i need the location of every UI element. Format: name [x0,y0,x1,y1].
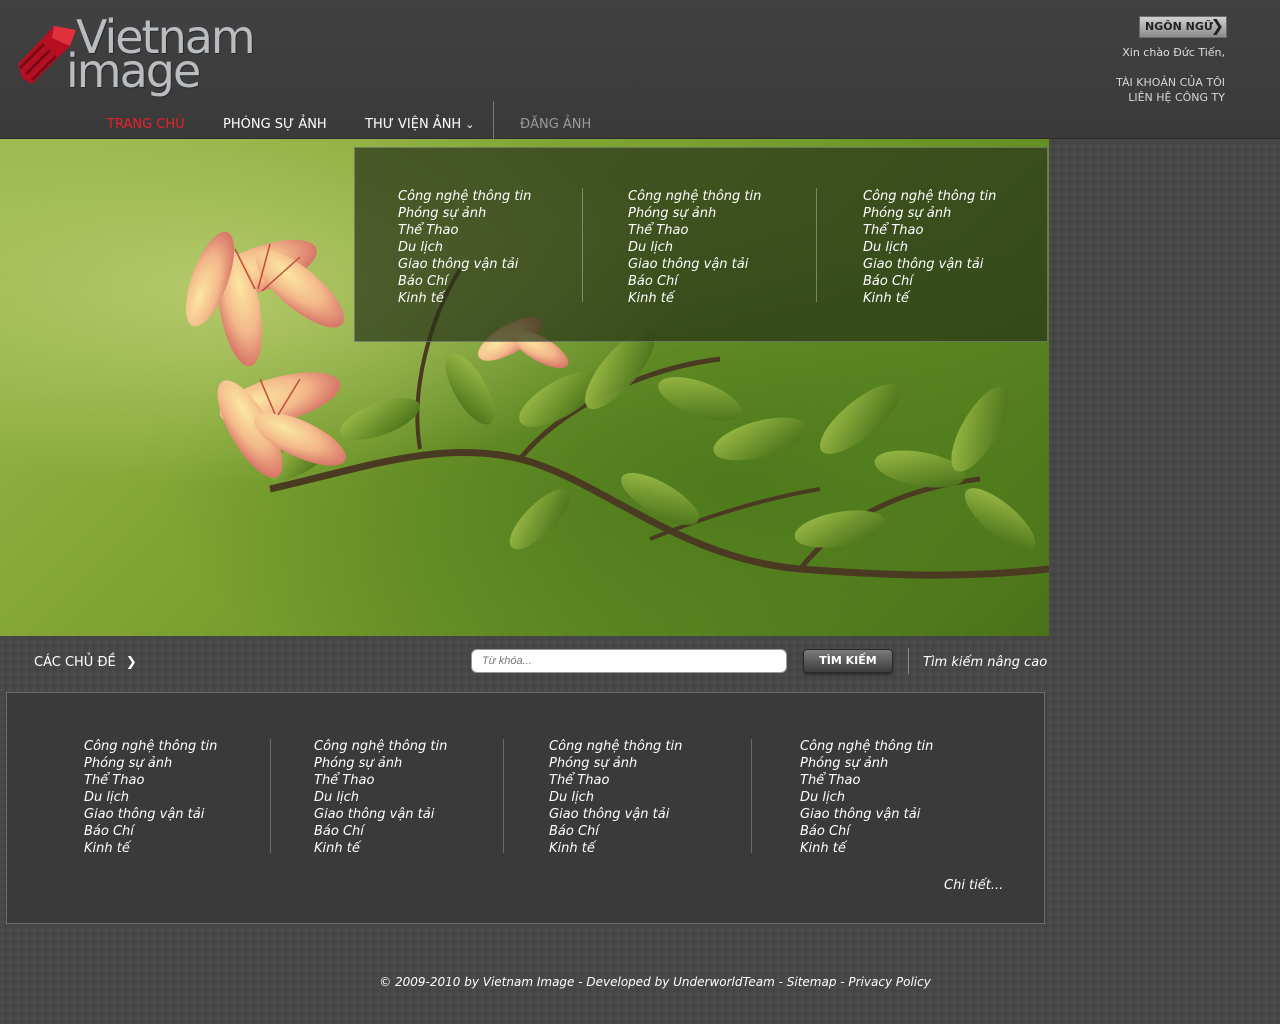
dropdown-item[interactable]: Kinh tế [628,290,761,307]
dropdown-item[interactable]: Báo Chí [863,273,996,290]
category-item[interactable]: Kinh tế [800,840,933,857]
dropdown-item[interactable]: Phóng sự ảnh [863,205,996,222]
language-label: NGÔN NGỮ [1145,20,1214,33]
category-item[interactable]: Báo Chí [314,823,447,840]
dropdown-item[interactable]: Phóng sự ảnh [398,205,531,222]
account-links: TÀI KHOẢN CỦA TÔI LIÊN HỆ CÔNG TY [1116,75,1225,105]
category-item[interactable]: Kinh tế [84,840,217,857]
category-item[interactable]: Giao thông vận tải [84,806,217,823]
dropdown-item[interactable]: Du lịch [398,239,531,256]
dropdown-item[interactable]: Báo Chí [628,273,761,290]
main-nav: TRANG CHỦ PHÓNG SỰ ẢNH THƯ VIỆN ẢNH ⌄ ĐĂN… [0,101,1280,139]
category-item[interactable]: Công nghệ thông tin [800,738,933,755]
dropdown-item[interactable]: Kinh tế [398,290,531,307]
dropdown-item[interactable]: Công nghệ thông tin [398,188,531,205]
category-item[interactable]: Giao thông vận tải [549,806,682,823]
category-divider [751,739,752,853]
category-item[interactable]: Phóng sự ảnh [314,755,447,772]
category-item[interactable]: Thể Thao [549,772,682,789]
category-item[interactable]: Giao thông vận tải [800,806,933,823]
dropdown-item[interactable]: Kinh tế [863,290,996,307]
dropdown-item[interactable]: Báo Chí [398,273,531,290]
topics-link[interactable]: CÁC CHỦ ĐỀ ❯ [34,655,137,670]
nav-photo-library-label: THƯ VIỆN ẢNH [365,117,462,132]
category-item[interactable]: Du lịch [800,789,933,806]
dropdown-column-1: Công nghệ thông tin Phóng sự ảnh Thể Tha… [398,188,531,307]
category-item[interactable]: Phóng sự ảnh [84,755,217,772]
category-item[interactable]: Kinh tế [549,840,682,857]
dropdown-item[interactable]: Thể Thao [863,222,996,239]
category-item[interactable]: Công nghệ thông tin [549,738,682,755]
search-button[interactable]: TÌM KIẾM [803,649,893,673]
nav-photo-library[interactable]: THƯ VIỆN ẢNH ⌄ [365,117,474,132]
category-item[interactable]: Thể Thao [800,772,933,789]
category-item[interactable]: Kinh tế [314,840,447,857]
category-item[interactable]: Du lịch [84,789,217,806]
chevron-down-icon: ⌄ [465,118,475,131]
nav-upload[interactable]: ĐĂNG ẢNH [520,117,591,132]
category-column-1: Công nghệ thông tin Phóng sự ảnh Thể Tha… [84,738,217,857]
category-item[interactable]: Thể Thao [314,772,447,789]
dropdown-divider [816,188,817,302]
dropdown-item[interactable]: Giao thông vận tải [863,256,996,273]
topics-label: CÁC CHỦ ĐỀ [34,655,116,670]
category-column-3: Công nghệ thông tin Phóng sự ảnh Thể Tha… [549,738,682,857]
search-bar: CÁC CHỦ ĐỀ ❯ TÌM KIẾM Tìm kiếm nâng cao [0,636,1049,692]
logo-text-line2: image [66,44,201,98]
my-account-link[interactable]: TÀI KHOẢN CỦA TÔI [1116,75,1225,90]
category-item[interactable]: Thể Thao [84,772,217,789]
dropdown-item[interactable]: Giao thông vận tải [628,256,761,273]
category-column-4: Công nghệ thông tin Phóng sự ảnh Thể Tha… [800,738,933,857]
dropdown-divider [582,188,583,302]
category-item[interactable]: Phóng sự ảnh [800,755,933,772]
categories-panel: Công nghệ thông tin Phóng sự ảnh Thể Tha… [6,692,1045,924]
dropdown-item[interactable]: Du lịch [863,239,996,256]
dropdown-item[interactable]: Giao thông vận tải [398,256,531,273]
footer: © 2009-2010 by Vietnam Image - Developed… [379,975,931,989]
nav-home[interactable]: TRANG CHỦ [107,117,185,132]
category-item[interactable]: Báo Chí [800,823,933,840]
dropdown-column-3: Công nghệ thông tin Phóng sự ảnh Thể Tha… [863,188,996,307]
category-item[interactable]: Báo Chí [549,823,682,840]
search-divider [908,648,909,674]
photo-library-dropdown: Công nghệ thông tin Phóng sự ảnh Thể Tha… [354,147,1048,342]
contact-company-link[interactable]: LIÊN HỆ CÔNG TY [1116,90,1225,105]
category-item[interactable]: Du lịch [314,789,447,806]
dropdown-item[interactable]: Công nghệ thông tin [863,188,996,205]
category-divider [270,739,271,853]
user-greeting: Xin chào Đức Tiến, [1122,46,1225,59]
chevron-right-icon: ❯ [1210,16,1224,35]
category-item[interactable]: Công nghệ thông tin [84,738,217,755]
dropdown-column-2: Công nghệ thông tin Phóng sự ảnh Thể Tha… [628,188,761,307]
site-logo[interactable]: Vietnam image [14,10,256,98]
dropdown-item[interactable]: Thể Thao [628,222,761,239]
category-column-2: Công nghệ thông tin Phóng sự ảnh Thể Tha… [314,738,447,857]
search-input[interactable] [471,649,787,673]
category-item[interactable]: Du lịch [549,789,682,806]
category-item[interactable]: Giao thông vận tải [314,806,447,823]
dropdown-item[interactable]: Thể Thao [398,222,531,239]
dropdown-item[interactable]: Du lịch [628,239,761,256]
dropdown-item[interactable]: Phóng sự ảnh [628,205,761,222]
chevron-right-icon: ❯ [125,655,137,670]
category-item[interactable]: Phóng sự ảnh [549,755,682,772]
category-item[interactable]: Công nghệ thông tin [314,738,447,755]
nav-photo-reports[interactable]: PHÓNG SỰ ẢNH [223,117,327,132]
nav-divider [493,101,494,139]
dropdown-item[interactable]: Công nghệ thông tin [628,188,761,205]
header: Vietnam image NGÔN NGỮ ❯ Xin chào Đức Ti… [0,0,1280,139]
category-item[interactable]: Báo Chí [84,823,217,840]
category-divider [503,739,504,853]
more-details-link[interactable]: Chi tiết... [944,878,1003,893]
language-button[interactable]: NGÔN NGỮ ❯ [1139,16,1227,38]
advanced-search-link[interactable]: Tìm kiếm nâng cao [923,655,1047,670]
